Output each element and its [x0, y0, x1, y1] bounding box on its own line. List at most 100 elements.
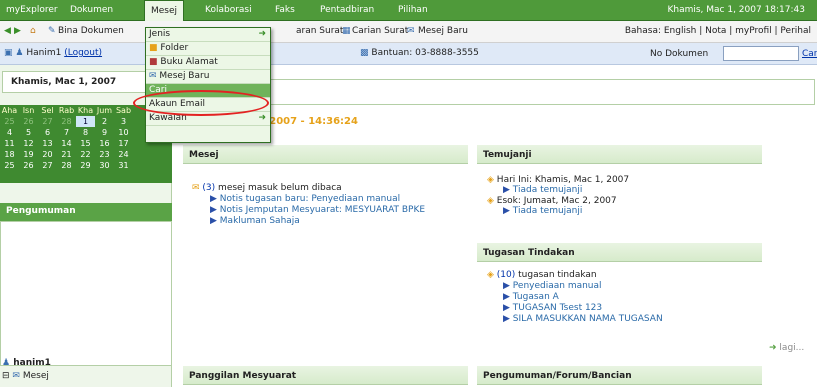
calendar-day[interactable]: 25 [0, 116, 19, 127]
calendar-day-head: Aha [1, 106, 18, 115]
mail-icon: ✉ [12, 371, 20, 381]
calendar-day[interactable]: 13 [38, 138, 57, 149]
no-dokumen-input[interactable] [723, 46, 799, 61]
expand-icon[interactable]: ⊟ [2, 371, 10, 381]
back-icon[interactable]: ◀ [4, 26, 11, 36]
calendar-day[interactable]: 27 [38, 160, 57, 171]
toolbar: ◀ ▶ ⌂ ✎ Bina Dokumen aran Surat ▦ Carian… [0, 21, 817, 43]
user-icon: ♟ [15, 48, 24, 58]
menu-myexplorer[interactable]: myExplorer [6, 5, 58, 15]
temujanji-panel-header: Temujanji [477, 145, 762, 164]
calendar-day[interactable]: 17 [114, 138, 133, 149]
bantuan-text: ▩ Bantuan: 03-8888-3555 [360, 48, 479, 58]
menu-kolaborasi[interactable]: Kolaborasi [205, 5, 252, 15]
calendar-day[interactable]: 23 [95, 149, 114, 160]
calendar-day[interactable]: 12 [19, 138, 38, 149]
calendar-day[interactable]: 8 [76, 127, 95, 138]
mesej-link[interactable]: ▶ Notis tugasan baru: Penyediaan manual [210, 194, 400, 204]
calendar-day-head: Jum [96, 106, 113, 115]
calendar-day[interactable]: 19 [19, 149, 38, 160]
sidebar-user-name: hanim1 [13, 358, 51, 368]
calendar-day[interactable]: 28 [57, 160, 76, 171]
menu-dokumen[interactable]: Dokumen [70, 5, 113, 15]
tugasan-link-text[interactable]: Tugasan A [513, 292, 559, 302]
calendar-day[interactable]: 10 [114, 127, 133, 138]
sidebar-mesej[interactable]: ⊟ ✉ Mesej [2, 371, 49, 381]
folder-icon: ■ [149, 43, 158, 53]
mesej-link[interactable]: ▶ Makluman Sahaja [210, 216, 300, 226]
menu-faks[interactable]: Faks [275, 5, 295, 15]
temujanji-today: ◈ Hari Ini: Khamis, Mac 1, 2007 [487, 175, 629, 185]
dropdown-item-buku-alamat[interactable]: ■ Buku Alamat [146, 56, 270, 70]
calendar-day[interactable]: 7 [57, 127, 76, 138]
toolbar-carian-surat[interactable]: Carian Surat [352, 26, 408, 36]
toolbar-right-links[interactable]: Bahasa: English | Nota | myProfil | Peri… [625, 26, 811, 36]
dropdown-item-label: Buku Alamat [160, 57, 218, 67]
logout-link[interactable]: (Logout) [64, 48, 102, 58]
calendar-day[interactable]: 14 [57, 138, 76, 149]
tugasan-link-text[interactable]: Penyediaan manual [513, 281, 602, 291]
mesej-link-text[interactable]: Notis Jemputan Mesyuarat: MESYUARAT BPKE [220, 205, 425, 215]
toolbar-bina-dokumen[interactable]: Bina Dokumen [58, 26, 124, 36]
calendar-day[interactable]: 22 [76, 149, 95, 160]
monitor-icon: ▩ [360, 48, 369, 58]
address-book-icon: ■ [149, 57, 158, 67]
dropdown-item-label: Folder [160, 43, 189, 53]
menu-mesej[interactable]: Mesej [144, 0, 185, 21]
calendar-day[interactable]: 3 [114, 116, 133, 127]
toolbar-mesej-baru[interactable]: Mesej Baru [418, 26, 468, 36]
menu-pilihan[interactable]: Pilihan [398, 5, 428, 15]
calendar-day[interactable]: 11 [0, 138, 19, 149]
calendar-day[interactable]: 18 [0, 149, 19, 160]
calendar-day-today[interactable]: 1 [76, 116, 95, 127]
calendar-day-head: Sel [41, 106, 54, 115]
dropdown-item-label: Mesej Baru [159, 71, 210, 81]
dropdown-item-jenis[interactable]: Jenis ➜ [146, 28, 270, 42]
calendar-day[interactable]: 27 [38, 116, 57, 127]
tugasan-more-text[interactable]: lagi... [779, 343, 804, 353]
tugasan-link[interactable]: ▶ Tugasan A [503, 292, 559, 302]
tugasan-link[interactable]: ▶ Penyediaan manual [503, 281, 602, 291]
calendar-day[interactable]: 16 [95, 138, 114, 149]
tugasan-link-text[interactable]: TUGASAN Tsest 123 [513, 303, 602, 313]
dropdown-item-folder[interactable]: ■ Folder [146, 42, 270, 56]
calendar-day[interactable]: 4 [0, 127, 19, 138]
calendar-day[interactable]: 25 [0, 160, 19, 171]
toolbar-keluaran-surat[interactable]: aran Surat [296, 26, 343, 36]
no-dokumen-label: No Dokumen [650, 49, 709, 59]
user-bar: ▣ ♟ Hanim1 (Logout) ▩ Bantuan: 03-8888-3… [0, 43, 817, 65]
home-icon[interactable]: ⌂ [30, 26, 36, 36]
calendar-day[interactable]: 26 [19, 116, 38, 127]
calendar-day[interactable]: 30 [95, 160, 114, 171]
bullet-icon: ▶ [503, 314, 510, 324]
calendar-day[interactable]: 29 [76, 160, 95, 171]
calendar-day[interactable]: 21 [57, 149, 76, 160]
calendar-day[interactable]: 26 [19, 160, 38, 171]
sidebar-user: ♟ hanim1 [2, 358, 51, 368]
calendar-day[interactable]: 2 [95, 116, 114, 127]
bullet-icon: ▶ [503, 281, 510, 291]
calendar-day[interactable]: 15 [76, 138, 95, 149]
calendar-day[interactable]: 31 [114, 160, 133, 171]
menu-pentadbiran[interactable]: Pentadbiran [320, 5, 374, 15]
mesej-dropdown-menu: Jenis ➜ ■ Folder ■ Buku Alamat ✉ Mesej B… [145, 27, 271, 143]
mesej-link-text[interactable]: Notis tugasan baru: Penyediaan manual [220, 194, 400, 204]
calendar-day[interactable]: 5 [19, 127, 38, 138]
temujanji-today-text: Hari Ini: Khamis, Mac 1, 2007 [496, 175, 630, 185]
mesej-link-text[interactable]: Makluman Sahaja [220, 216, 300, 226]
forward-icon[interactable]: ▶ [14, 26, 21, 36]
calendar-day[interactable]: 9 [95, 127, 114, 138]
tugasan-count[interactable]: (10) [497, 270, 515, 280]
tugasan-link-text[interactable]: SILA MASUKKAN NAMA TUGASAN [513, 314, 663, 324]
tugasan-link[interactable]: ▶ TUGASAN Tsest 123 [503, 303, 602, 313]
calendar-day[interactable]: 20 [38, 149, 57, 160]
dropdown-item-mesej-baru[interactable]: ✉ Mesej Baru [146, 70, 270, 84]
mesej-link[interactable]: ▶ Notis Jemputan Mesyuarat: MESYUARAT BP… [210, 205, 425, 215]
calendar-day[interactable]: 28 [57, 116, 76, 127]
mesej-count[interactable]: (3) [202, 183, 215, 193]
tugasan-link[interactable]: ▶ SILA MASUKKAN NAMA TUGASAN [503, 314, 663, 324]
calendar-day[interactable]: 6 [38, 127, 57, 138]
cari-link[interactable]: Cari [802, 49, 817, 59]
tugasan-more-link[interactable]: ➜ lagi... [769, 343, 804, 353]
calendar-day[interactable]: 24 [114, 149, 133, 160]
